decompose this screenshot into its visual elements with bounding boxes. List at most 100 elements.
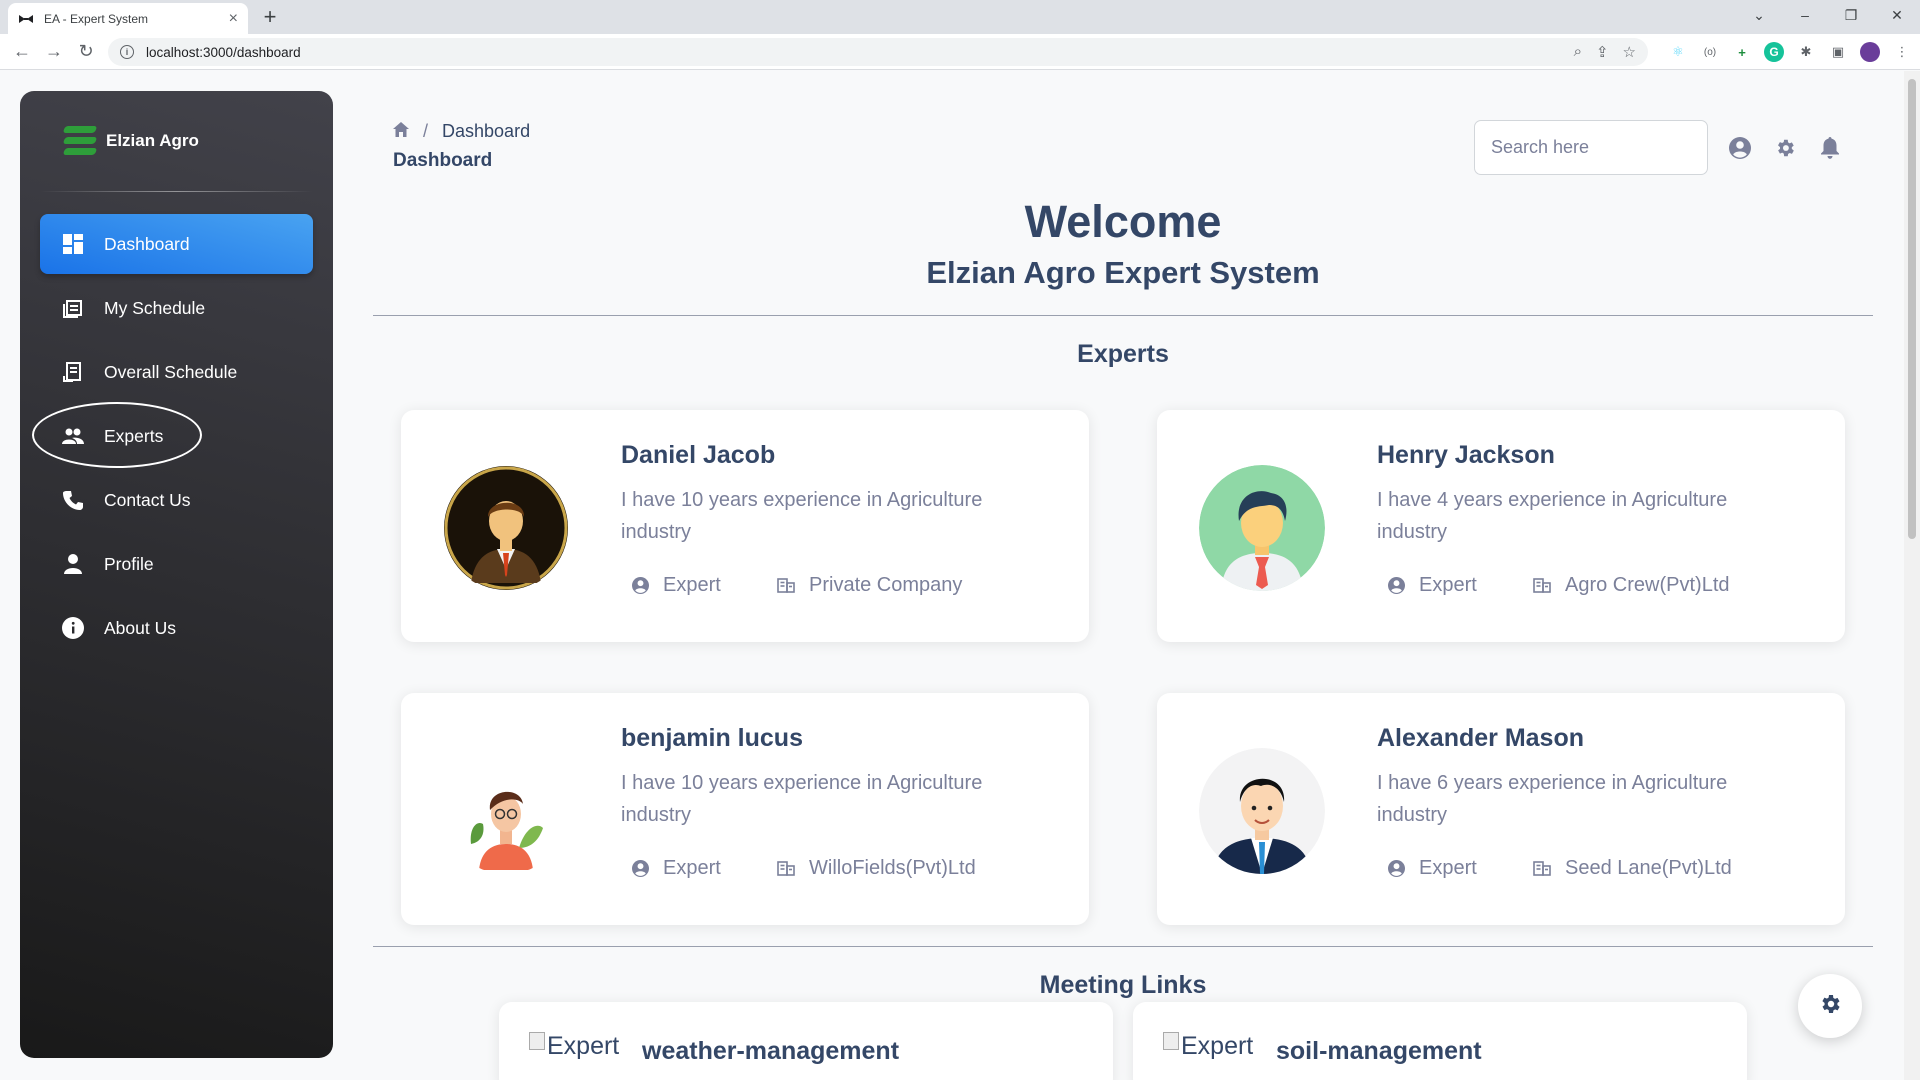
expert-card[interactable]: Alexander Mason I have 6 years experienc… — [1157, 693, 1845, 925]
meeting-card[interactable]: Expert weather-management — [499, 1002, 1113, 1080]
forward-icon[interactable]: → — [38, 41, 70, 62]
settings-gear-icon[interactable] — [1773, 136, 1797, 160]
sidebar-item-label: Overall Schedule — [104, 361, 238, 382]
experts-heading: Experts — [1077, 340, 1169, 368]
schedule-icon — [62, 297, 84, 319]
browser-tabstrip: EA - Expert System × + ⌄ – ❐ ✕ — [0, 0, 1920, 34]
expert-role: Expert — [631, 574, 721, 597]
search-field — [1474, 120, 1708, 175]
expert-company-label: Seed Lane(Pvt)Ltd — [1565, 857, 1732, 879]
expert-card[interactable]: benjamin lucus I have 10 years experienc… — [401, 693, 1089, 925]
tab-close-icon[interactable]: × — [229, 10, 238, 27]
sidebar-item-label: Dashboard — [104, 233, 190, 254]
minimize-icon[interactable]: – — [1782, 7, 1828, 23]
notifications-bell-icon[interactable] — [1818, 136, 1842, 160]
breadcrumb-separator: / — [423, 121, 429, 141]
broken-image-icon — [1163, 1032, 1179, 1050]
meeting-title: weather-management — [642, 1037, 900, 1065]
expert-company-label: Agro Crew(Pvt)Ltd — [1565, 574, 1730, 596]
sidebar-item-label: Experts — [104, 425, 164, 446]
expert-avatar — [443, 748, 569, 874]
browser-menu-icon[interactable]: ⋮ — [1892, 42, 1912, 62]
sidebar-item-experts[interactable]: Experts — [32, 402, 313, 468]
info-icon — [62, 617, 84, 639]
company-building-icon — [777, 860, 795, 878]
expert-name: Henry Jackson — [1377, 441, 1555, 469]
expert-card[interactable]: Daniel Jacob I have 10 years experience … — [401, 410, 1089, 642]
sidebar-item-label: Profile — [104, 553, 154, 574]
brand[interactable]: Elzian Agro — [20, 91, 333, 191]
scrollbar-thumb[interactable] — [1908, 79, 1916, 539]
expert-name: Daniel Jacob — [621, 441, 776, 469]
floating-settings-button[interactable] — [1798, 974, 1862, 1038]
expert-avatar — [1199, 748, 1325, 874]
side-panel-icon[interactable]: ▣ — [1828, 42, 1848, 62]
browser-toolbar: ← → ↻ i localhost:3000/dashboard ⌕ ⇪ ☆ ⚛… — [0, 34, 1920, 70]
sidebar-divider — [40, 191, 313, 192]
expert-company-label: Private Company — [809, 574, 963, 596]
extension-grammarly-icon[interactable]: G — [1764, 42, 1784, 62]
tab-search-icon[interactable]: ⌄ — [1736, 7, 1782, 24]
expert-role-label: Expert — [663, 857, 721, 879]
bookmark-star-icon[interactable]: ☆ — [1623, 43, 1636, 61]
browser-tab[interactable]: EA - Expert System × — [8, 3, 248, 34]
profile-avatar[interactable] — [1860, 42, 1880, 62]
tab-title: EA - Expert System — [44, 11, 149, 26]
account-circle-icon — [1387, 577, 1405, 595]
share-icon[interactable]: ⇪ — [1596, 43, 1609, 61]
sidebar-item-dashboard[interactable]: Dashboard — [40, 214, 313, 274]
expert-company: Agro Crew(Pvt)Ltd — [1533, 574, 1730, 597]
meeting-image-alt: Expert — [1181, 1032, 1254, 1060]
expert-card[interactable]: Henry Jackson I have 4 years experience … — [1157, 410, 1845, 642]
extension-code-icon[interactable]: (o) — [1700, 42, 1720, 62]
url-text: localhost:3000/dashboard — [146, 44, 301, 60]
restore-icon[interactable]: ❐ — [1828, 7, 1874, 24]
zoom-icon[interactable]: ⌕ — [1574, 43, 1582, 61]
meeting-card[interactable]: Expert soil-management — [1133, 1002, 1747, 1080]
section-divider — [373, 946, 1873, 947]
company-building-icon — [777, 577, 795, 595]
extension-react-icon[interactable]: ⚛ — [1668, 42, 1688, 62]
extensions-puzzle-icon[interactable]: ✱ — [1796, 42, 1816, 62]
brand-logo-icon — [62, 124, 98, 158]
expert-bio: I have 10 years experience in Agricultur… — [621, 489, 983, 543]
reload-icon[interactable]: ↻ — [70, 41, 102, 62]
sidebar-item-label: My Schedule — [104, 297, 206, 318]
search-input[interactable] — [1475, 121, 1707, 174]
meeting-image-broken: Expert — [529, 1032, 619, 1061]
new-tab-icon[interactable]: + — [258, 5, 282, 29]
sidebar-item-label: About Us — [104, 617, 176, 638]
sidebar-item-contact-us[interactable]: Contact Us — [40, 470, 313, 530]
expert-avatar — [443, 465, 569, 591]
settings-gear-icon — [1818, 992, 1842, 1021]
sidebar-item-profile[interactable]: Profile — [40, 534, 313, 594]
sidebar-item-my-schedule[interactable]: My Schedule — [40, 278, 313, 338]
people-icon — [62, 425, 84, 447]
meeting-links-heading: Meeting Links — [1039, 971, 1207, 999]
page-title: Dashboard — [393, 150, 493, 171]
favicon-icon — [18, 14, 34, 24]
site-info-icon[interactable]: i — [120, 45, 134, 59]
page-scrollbar[interactable] — [1904, 71, 1920, 1080]
breadcrumb-current: Dashboard — [442, 121, 531, 141]
address-bar[interactable]: i localhost:3000/dashboard ⌕ ⇪ ☆ — [108, 38, 1648, 66]
extensions-bar: ⚛ (o) + G ✱ ▣ ⋮ — [1668, 42, 1912, 62]
extension-plus-icon[interactable]: + — [1732, 42, 1752, 62]
account-circle-icon[interactable] — [1728, 136, 1752, 160]
brand-name: Elzian Agro — [106, 131, 199, 150]
person-icon — [62, 553, 84, 575]
welcome-subtitle: Elzian Agro Expert System — [926, 255, 1320, 290]
dashboard-icon — [62, 233, 84, 255]
expert-company: Private Company — [777, 574, 962, 597]
account-circle-icon — [1387, 860, 1405, 878]
sidebar: Elzian Agro Dashboard My Schedule Overal… — [20, 91, 333, 1058]
sidebar-item-about-us[interactable]: About Us — [40, 598, 313, 658]
expert-role-label: Expert — [1419, 857, 1477, 879]
back-icon[interactable]: ← — [6, 41, 38, 62]
close-window-icon[interactable]: ✕ — [1874, 7, 1920, 24]
expert-role: Expert — [1387, 857, 1477, 880]
home-icon[interactable] — [393, 121, 409, 142]
breadcrumb: / Dashboard — [393, 121, 530, 142]
sidebar-item-overall-schedule[interactable]: Overall Schedule — [40, 342, 313, 402]
expert-bio: I have 4 years experience in Agriculture… — [1377, 489, 1728, 543]
